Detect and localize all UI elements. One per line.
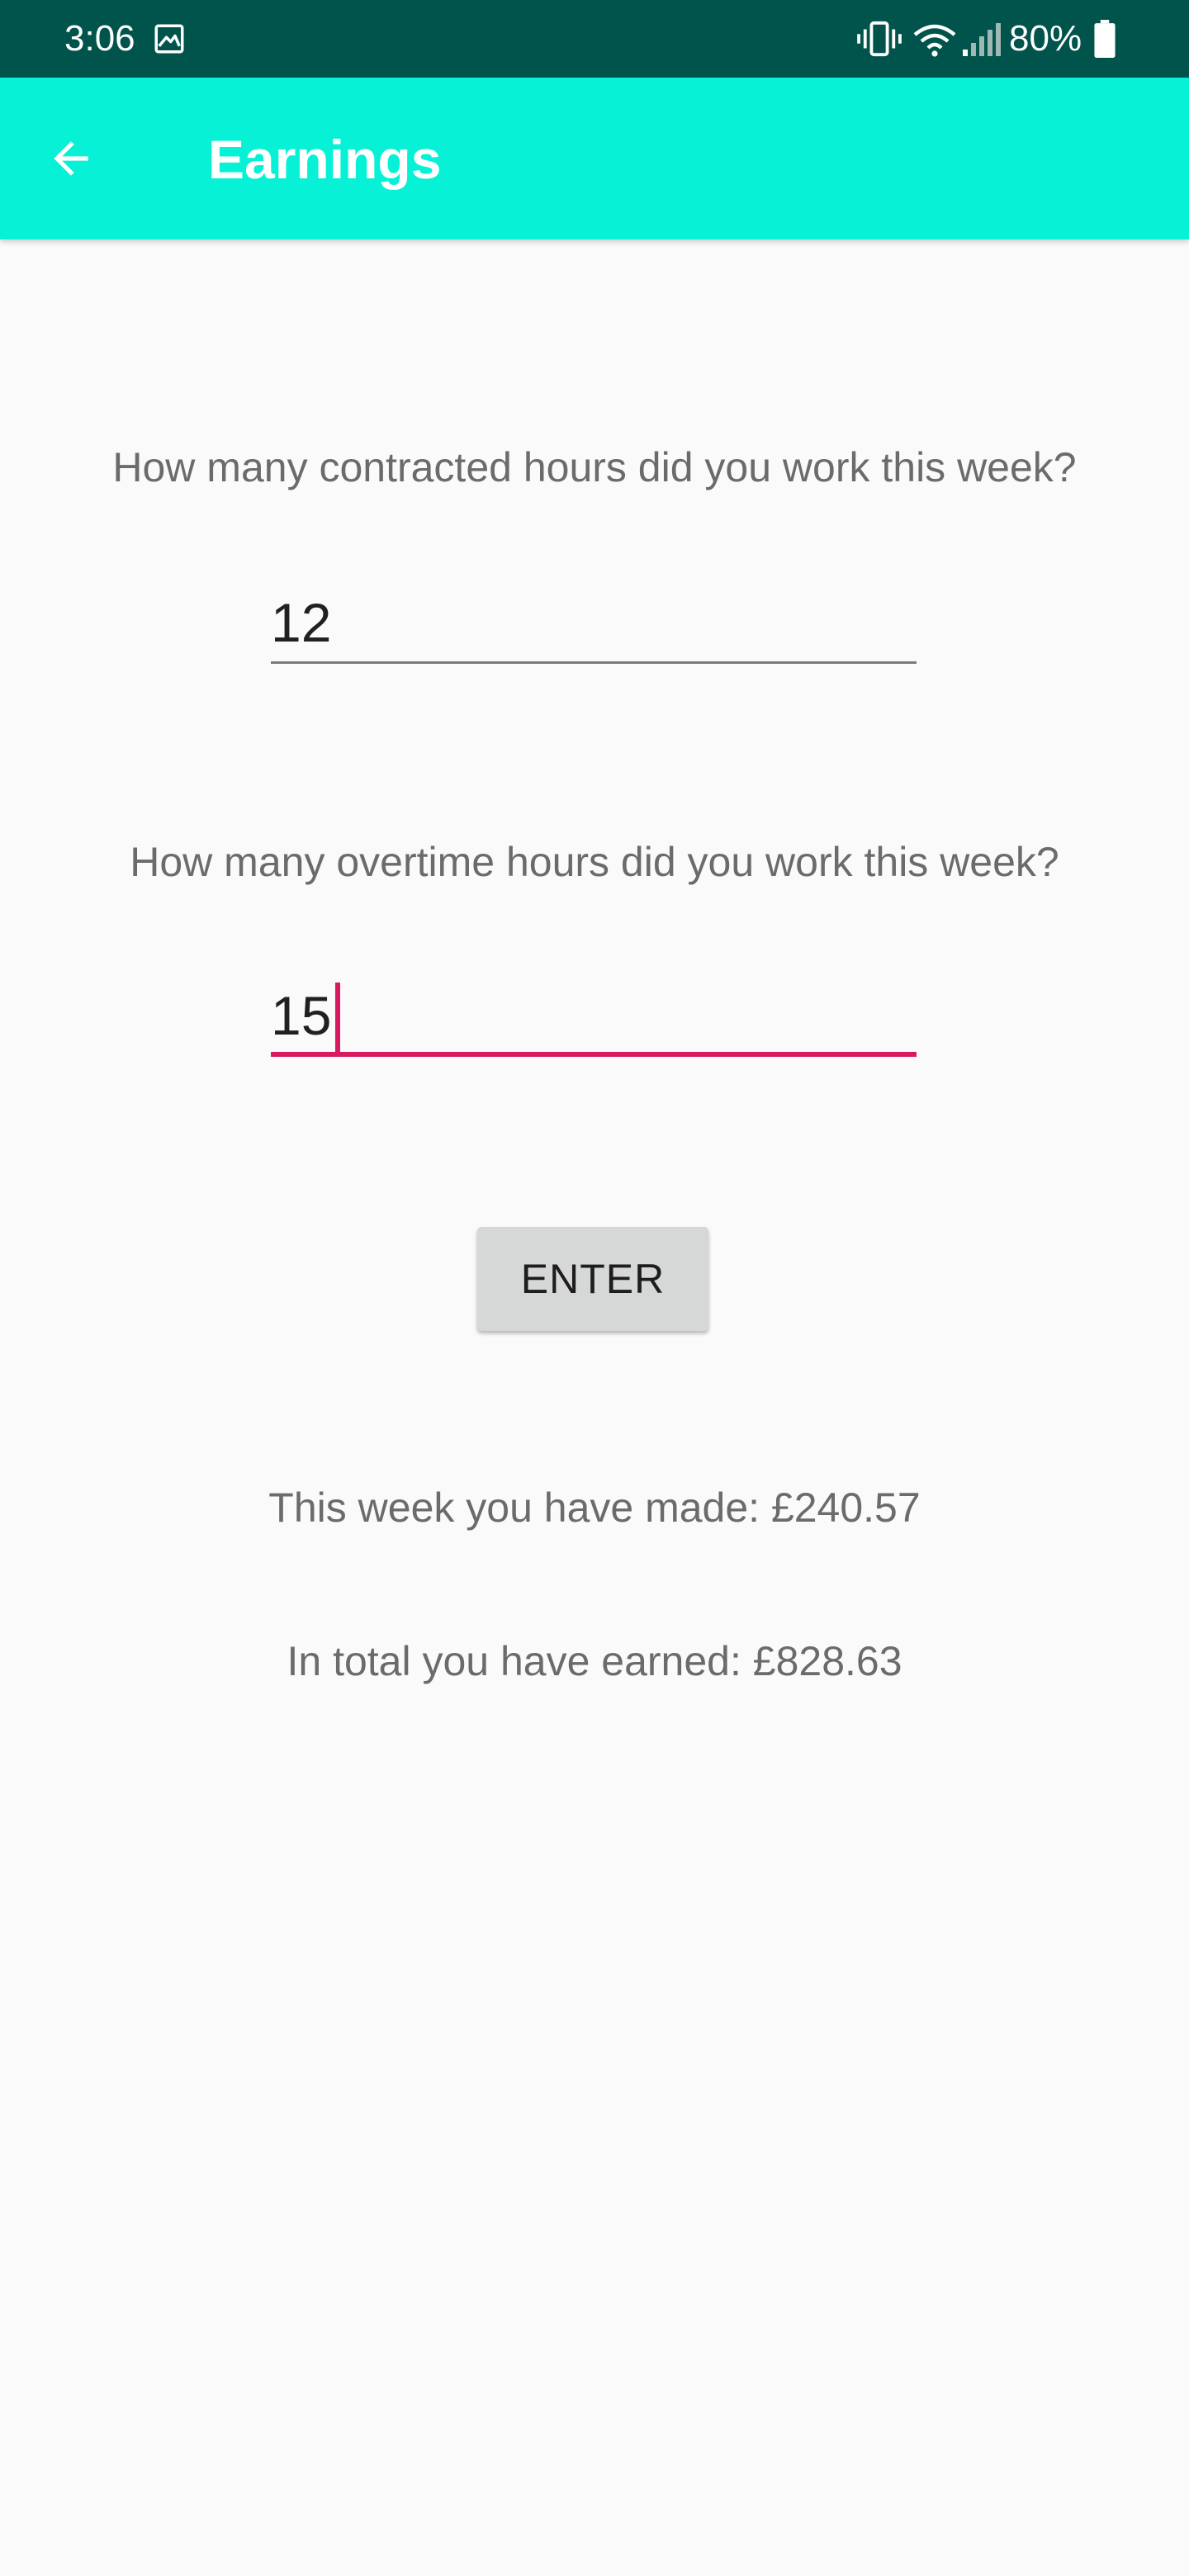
status-time: 3:06 [64,18,135,59]
contracted-hours-field-container [271,590,917,664]
signal-icon [963,23,1001,56]
overtime-hours-underline [271,1052,917,1057]
battery-percentage: 80% [1009,18,1082,59]
status-bar: 3:06 80% [0,0,1189,78]
enter-button[interactable]: ENTER [477,1227,708,1331]
overtime-hours-question: How many overtime hours did you work thi… [130,839,1059,885]
vibrate-icon [857,21,902,57]
image-icon [154,24,184,54]
contracted-hours-input[interactable] [271,590,917,656]
overtime-hours-input[interactable] [271,983,917,1049]
app-bar: Earnings [0,78,1189,239]
page-title: Earnings [208,129,442,190]
arrow-back-icon [54,141,88,176]
contracted-hours-underline [271,661,917,664]
weekly-earnings-text: This week you have made: £240.57 [268,1485,921,1531]
wifi-icon [913,24,956,57]
back-button[interactable] [28,116,114,201]
contracted-hours-question: How many contracted hours did you work t… [112,444,1077,490]
total-earnings-text: In total you have earned: £828.63 [287,1638,902,1684]
text-cursor [335,983,340,1055]
overtime-hours-field-container [271,983,917,1057]
battery-icon [1094,20,1116,58]
